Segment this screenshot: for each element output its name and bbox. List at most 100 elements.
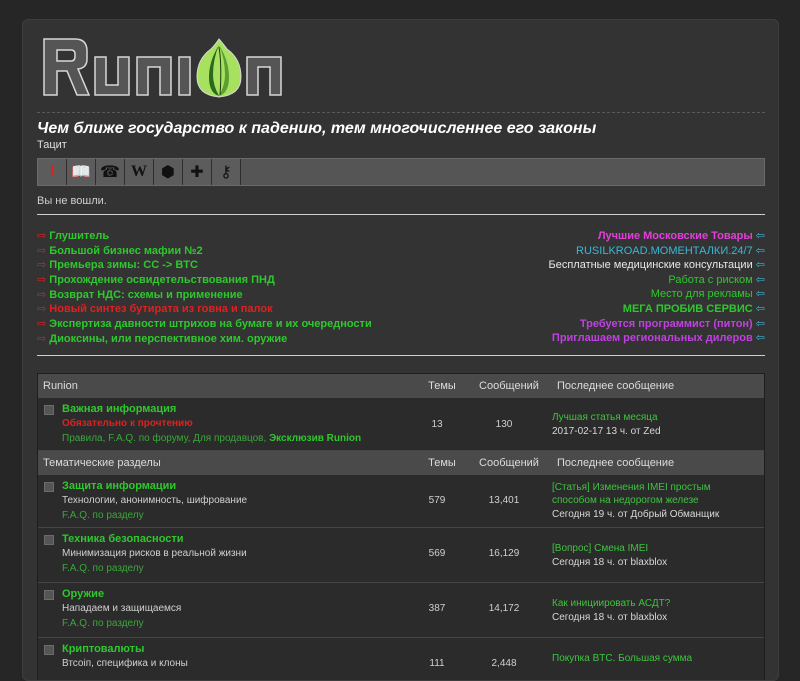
ad-link-left[interactable]: ⇨ Большой бизнес мафии №2 <box>37 244 417 259</box>
ad-link-text: Премьера зимы: CC -> BTC <box>49 259 198 272</box>
column-topics: Темы <box>428 380 456 392</box>
subforum-link[interactable]: Эксклюзив Runion <box>269 433 361 444</box>
ad-link-left[interactable]: ⇨ Возврат НДС: схемы и применение <box>37 288 417 303</box>
icon-toolbar: ! 📖 ☎ W ⬢ ✚ ⚷ <box>37 158 765 186</box>
forum-subforums: F.A.Q. по разделу <box>62 618 144 629</box>
last-post-title[interactable]: Покупка BTC. Большая сумма <box>552 652 752 665</box>
forum-description: Минимизация рисков в реальной жизни <box>62 548 247 559</box>
ad-link-left[interactable]: ⇨ Диоксины, или перспективное хим. оружи… <box>37 332 417 347</box>
divider <box>37 355 765 356</box>
forum-topics-count: 579 <box>428 495 446 506</box>
ad-link-right[interactable]: Приглашаем региональных дилеров ⇦ <box>393 331 765 346</box>
runion-logo[interactable] <box>41 35 291 99</box>
ad-link-left[interactable]: ⇨ Прохождение освидетельствования ПНД <box>37 273 417 288</box>
category-title[interactable]: Runion <box>38 380 415 392</box>
book-icon[interactable]: 📖 <box>67 159 96 185</box>
column-topics: Темы <box>428 457 456 469</box>
add-user-icon[interactable]: ✚ <box>183 159 212 185</box>
subforum-link[interactable]: F.A.Q. по разделу <box>62 563 144 574</box>
forum-subforums: Правила, F.A.Q. по форуму, Для продавцов… <box>62 433 361 444</box>
forum-name[interactable]: Защита информации <box>62 480 176 492</box>
ad-link-text: Место для рекламы <box>650 288 753 301</box>
ad-link-text: Бесплатные медицинские консультации <box>548 259 753 272</box>
subforum-link[interactable]: F.A.Q. по разделу <box>62 618 144 629</box>
column-last-post: Последнее сообщение <box>557 380 675 392</box>
last-post-title[interactable]: [Статья] Изменения IMEI простым способом… <box>552 481 752 507</box>
ad-links-left: ⇨ Глушитель ⇨ Большой бизнес мафии №2 ⇨ Пр… <box>37 229 417 347</box>
site-header <box>37 30 765 113</box>
ad-link-left[interactable]: ⇨ Глушитель <box>37 229 417 244</box>
ad-link-right[interactable]: RUSILKROAD.MOMEНТАЛКИ.24/7 ⇦ <box>393 244 765 259</box>
arrow-left-icon: ⇦ <box>752 288 765 301</box>
arrow-left-icon: ⇦ <box>752 244 765 257</box>
category-header: Тематические разделы Темы Сообщений Последн… <box>38 451 764 475</box>
last-post-title[interactable]: Лучшая статья месяца <box>552 411 752 424</box>
forum-description: Нападаем и защищаемся <box>62 603 182 614</box>
subforum-link[interactable]: F.A.Q. по форуму <box>108 433 187 444</box>
ad-link-text: Требуется программист (питон) <box>579 317 753 330</box>
forum-row: Важная информация Обязательно к прочтению… <box>38 398 764 451</box>
arrow-right-icon: ⇨ <box>37 332 50 345</box>
forum-subforums: F.A.Q. по разделу <box>62 563 144 574</box>
ad-link-text: Работа с риском <box>668 273 753 286</box>
arrow-right-icon: ⇨ <box>37 288 50 301</box>
ad-link-text: Возврат НДС: схемы и применение <box>49 288 243 301</box>
forum-index: Runion Темы Сообщений Последнее сообщение Ва… <box>37 373 765 680</box>
forum-name[interactable]: Криптовалюты <box>62 643 144 655</box>
forum-status-icon <box>44 535 54 545</box>
forum-status-icon <box>44 482 54 492</box>
forum-subforums: F.A.Q. по разделу <box>62 510 144 521</box>
wiki-icon[interactable]: W <box>125 159 154 185</box>
last-post-meta: Сегодня 19 ч. от Добрый Обманщик <box>552 509 720 520</box>
subforum-link[interactable]: Для продавцов <box>193 433 263 444</box>
column-last-post: Последнее сообщение <box>557 457 675 469</box>
category-title[interactable]: Тематические разделы <box>38 457 415 469</box>
forum-name[interactable]: Оружие <box>62 588 104 600</box>
subforum-link[interactable]: F.A.Q. по разделу <box>62 510 144 521</box>
ad-link-left[interactable]: ⇨ Экспертиза давности штрихов на бумаге … <box>37 317 417 332</box>
ad-link-text: Большой бизнес мафии №2 <box>49 244 203 257</box>
ad-link-text: Экспертиза давности штрихов на бумаге и … <box>49 318 372 331</box>
ad-link-right[interactable]: Работа с риском ⇦ <box>393 273 765 288</box>
key-icon[interactable]: ⚷ <box>212 159 241 185</box>
login-status: Вы не вошли. <box>37 195 107 207</box>
column-posts: Сообщений <box>479 457 539 469</box>
ad-link-text: Лучшие Московские Товары <box>597 230 753 242</box>
ad-link-right[interactable]: МЕГА ПРОБИВ СЕРВИС ⇦ <box>393 302 765 317</box>
arrow-left-icon: ⇦ <box>752 317 765 330</box>
ad-link-text: МЕГА ПРОБИВ СЕРВИС <box>622 302 753 315</box>
forum-description: Обязательно к прочтению <box>62 418 193 429</box>
arrow-right-icon: ⇨ <box>37 244 50 257</box>
forum-status-icon <box>44 590 54 600</box>
arrow-left-icon: ⇦ <box>752 302 765 315</box>
last-post-meta: Сегодня 18 ч. от blaxblox <box>552 612 668 623</box>
cube-icon[interactable]: ⬢ <box>154 159 183 185</box>
last-post-title[interactable]: Как инициировать АСДТ? <box>552 597 752 610</box>
subforum-link[interactable]: Правила <box>62 433 103 444</box>
last-post-title[interactable]: [Вопрос] Смена IMEI <box>552 542 752 555</box>
page-slogan: Чем ближе государство к падению, тем мно… <box>37 120 597 137</box>
ad-link-left[interactable]: ⇨ Новый синтез бутирата из говна и палок <box>37 302 417 317</box>
arrow-right-icon: ⇨ <box>37 259 50 272</box>
forum-topics-count: 387 <box>428 603 446 614</box>
ad-link-text: Приглашаем региональных дилеров <box>551 332 753 345</box>
forum-row: Техника безопасности Минимизация рисков в… <box>38 528 764 583</box>
divider <box>37 214 765 215</box>
ad-links-right: Лучшие Московские Товары ⇦ RUSILKROAD.MOM… <box>393 229 765 346</box>
forum-name[interactable]: Техника безопасности <box>62 533 184 545</box>
ad-link-right[interactable]: Требуется программист (питон) ⇦ <box>393 317 765 332</box>
ad-link-right[interactable]: Бесплатные медицинские консультации ⇦ <box>393 258 765 273</box>
alert-icon[interactable]: ! <box>38 159 67 185</box>
arrow-right-icon: ⇨ <box>37 274 50 287</box>
arrow-left-icon: ⇦ <box>752 259 765 272</box>
forum-row: Криптовалюты Втсоіп, специфика и клоны 111… <box>38 638 764 680</box>
ad-link-right[interactable]: Лучшие Московские Товары ⇦ <box>393 229 765 244</box>
ad-link-text: Глушитель <box>49 230 110 242</box>
category-header: Runion Темы Сообщений Последнее сообщение <box>38 374 764 398</box>
ad-link-left[interactable]: ⇨ Премьера зимы: CC -> BTC <box>37 258 417 273</box>
ad-link-text: Новый синтез бутирата из говна и палок <box>49 303 273 316</box>
forum-name[interactable]: Важная информация <box>62 403 176 415</box>
forum-topics-count: 569 <box>428 548 446 559</box>
ad-link-right[interactable]: Место для рекламы ⇦ <box>393 287 765 302</box>
phone-icon[interactable]: ☎ <box>96 159 125 185</box>
